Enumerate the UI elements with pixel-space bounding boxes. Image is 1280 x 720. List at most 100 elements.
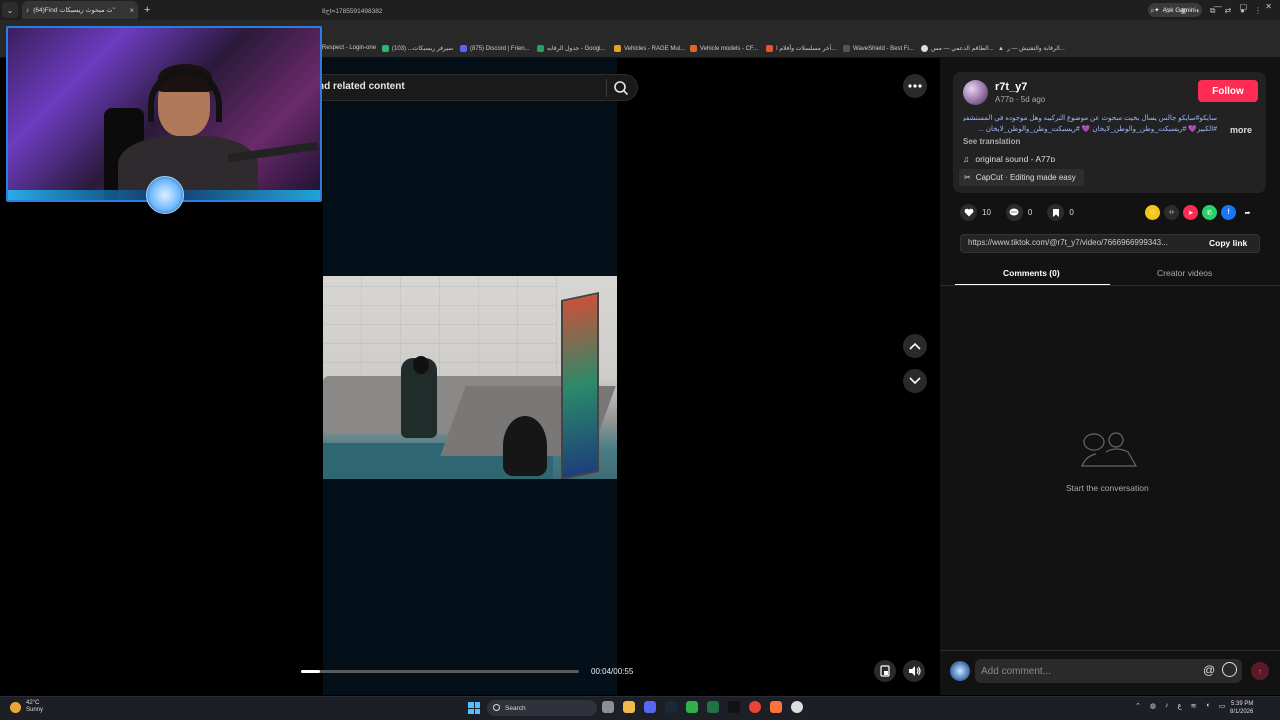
search-icon[interactable] (613, 80, 629, 96)
post-comment-button[interactable]: ↑ (1251, 662, 1269, 680)
steam-icon[interactable] (665, 701, 677, 713)
tab-list-button[interactable]: ⌄ (2, 2, 18, 18)
search-input[interactable]: nd related content (318, 81, 405, 92)
creator-username[interactable]: r7t_y7 (995, 81, 1027, 93)
profile-avatar-icon[interactable]: ● (1240, 6, 1245, 16)
creator-avatar[interactable] (963, 80, 988, 105)
more-options-button[interactable] (903, 74, 927, 98)
extension-icon[interactable]: ◉ (1180, 6, 1187, 16)
send-to-friends-icon[interactable]: ➤ (1183, 205, 1198, 220)
bookmark-item[interactable]: Vehicles - RAGE Mul... (614, 45, 685, 52)
obs-icon[interactable] (791, 701, 803, 713)
bookmark-item[interactable]: سيرفر ريسبكات... (103) (382, 45, 453, 52)
tab-comments[interactable]: Comments (0) (1003, 268, 1060, 278)
video-progress-fill (301, 670, 321, 673)
comment-button[interactable] (1005, 204, 1023, 221)
capcut-anchor[interactable]: ✂ CapCut · Editing made easy (959, 169, 1084, 186)
share-arrow-icon[interactable]: ➦ (1240, 205, 1255, 220)
whatsapp-icon[interactable]: ✆ (1202, 205, 1217, 220)
sidebar-icon[interactable]: ⇄ (1224, 6, 1231, 16)
language-indicator[interactable]: ع (1177, 702, 1181, 710)
bookmark-item[interactable]: الطاقم الدعمي — مس... (921, 45, 994, 52)
previous-video-button[interactable] (903, 334, 927, 358)
bookmark-item[interactable]: Respect - Login-one (322, 45, 376, 51)
video-time: 00:04/00:55 (591, 667, 634, 676)
capcut-icon: ✂ (964, 173, 971, 182)
chrome-icon[interactable] (749, 701, 761, 713)
utorrent-icon[interactable] (686, 701, 698, 713)
windows-start-icon[interactable] (468, 702, 480, 714)
mention-icon[interactable]: @ (1203, 663, 1215, 677)
bookmark-label: Respect - Login-one (322, 45, 377, 51)
zoom-icon[interactable]: ⌕ (1150, 6, 1154, 16)
battery-icon[interactable]: ▭ (1219, 702, 1226, 710)
picture-in-picture-button[interactable] (874, 660, 896, 682)
bookmark-item[interactable]: آخر مسلسلات وأفلام ا... (766, 45, 836, 52)
post-caption-hashtags[interactable]: #الكبير💜 #ريسبكت_وطن_والوطن_لايخان 💜 #ري… (963, 125, 1217, 135)
copy-link-button[interactable]: Copy link (1209, 238, 1247, 248)
task-view-icon[interactable] (602, 701, 614, 713)
network-icon[interactable]: ◍ (1150, 702, 1156, 710)
bookmark-item[interactable]: ▲ الرقابة والتفتيش — ر... (998, 45, 1065, 53)
emoji-picker-icon[interactable] (1222, 662, 1237, 677)
extension-icon[interactable]: ◐ (1196, 6, 1201, 16)
bookmark-label: (875) Discord | Frien... (470, 45, 530, 52)
bookmark-favicon-icon (921, 45, 928, 52)
heart-icon (964, 208, 973, 217)
comment-input[interactable] (975, 659, 1242, 683)
bookmark-item[interactable]: (875) Discord | Frien... (460, 45, 530, 52)
system-tray: ⌃ ◍ ♪ ع ≋ ◖ ▭ (1135, 702, 1225, 710)
video-frame[interactable] (323, 276, 617, 479)
follow-button[interactable]: Follow (1198, 80, 1258, 102)
tabs-divider (940, 285, 1280, 286)
speaker-icon[interactable]: ◖ (1206, 702, 1210, 710)
excel-icon[interactable] (707, 701, 719, 713)
tab-creator-videos[interactable]: Creator videos (1157, 268, 1212, 278)
original-sound-link[interactable]: ♫ original sound - A77ᴅ (963, 154, 1055, 164)
weather-widget[interactable]: 42°C Sunny (10, 700, 43, 714)
bookmark-item[interactable]: Vehicle models - CF... (690, 45, 758, 52)
see-translation-link[interactable]: See translation (963, 137, 1020, 146)
taskbar-clock[interactable]: 5:39 PM 8/1/2026 (1230, 700, 1253, 716)
bookmark-item[interactable]: WaveShield - Best Fi... (843, 45, 914, 52)
url-field[interactable]: ح8t=1785591498382 (322, 7, 382, 15)
bookmark-item[interactable]: جدول الرقابه - Googl... (537, 45, 606, 52)
facebook-icon[interactable]: f (1221, 205, 1236, 220)
bookmark-label: آخر مسلسلات وأفلام ا... (776, 46, 837, 52)
bookmark-star-icon[interactable]: ☆ (1164, 6, 1171, 16)
file-explorer-icon[interactable] (623, 701, 635, 713)
app-icon[interactable] (770, 701, 782, 713)
creator-subline: A77ᴅ · 5d ago (995, 95, 1046, 104)
next-video-button[interactable] (903, 369, 927, 393)
bookmark-label: الرقابة والتفتيش — ر... (1006, 46, 1065, 52)
like-button[interactable] (960, 204, 977, 221)
extensions-puzzle-icon[interactable]: ⧉ (1210, 6, 1216, 16)
weather-text: 42°C Sunny (26, 700, 43, 714)
taskbar-search[interactable]: Search (487, 700, 597, 716)
video-link-text[interactable]: https://www.tiktok.com/@r7t_y7/video/766… (968, 238, 1202, 247)
bookmark-favicon-icon: ▲ (998, 45, 1004, 52)
wifi-icon[interactable]: ≋ (1191, 702, 1197, 710)
discord-icon[interactable] (644, 701, 656, 713)
caption-more-button[interactable]: more (1230, 125, 1252, 135)
pip-icon (880, 665, 890, 677)
music-note-icon: ♫ (963, 154, 970, 164)
sound-label: original sound - A77ᴅ (975, 154, 1056, 164)
comment-icon (1009, 208, 1019, 216)
save-button[interactable] (1047, 204, 1065, 221)
emoji-share-icon[interactable]: ☺ (1145, 205, 1160, 220)
app-icon[interactable] (728, 701, 740, 713)
close-window-button[interactable]: ✕ (1265, 2, 1272, 11)
chevron-up-icon[interactable]: ⌃ (1135, 702, 1141, 710)
new-tab-button[interactable]: + (144, 4, 150, 16)
browser-tab-active[interactable]: ♪ (64)Find ت مبحوث ريسبكات" × (22, 1, 138, 19)
tab-close-icon[interactable]: × (129, 6, 134, 15)
chevron-down-icon (909, 377, 921, 385)
microphone-icon[interactable]: ♪ (1165, 702, 1169, 710)
video-progress-bar[interactable] (301, 670, 579, 673)
more-dots-icon (908, 84, 922, 88)
menu-dots-icon[interactable]: ⋮ (1254, 6, 1262, 16)
embed-icon[interactable]: ‹› (1164, 205, 1179, 220)
volume-button[interactable] (903, 660, 925, 682)
browser-toolbar: ⌕ ☆ ◉ ◐ ⧉ ⇄ ● ⋮ (1150, 6, 1262, 16)
